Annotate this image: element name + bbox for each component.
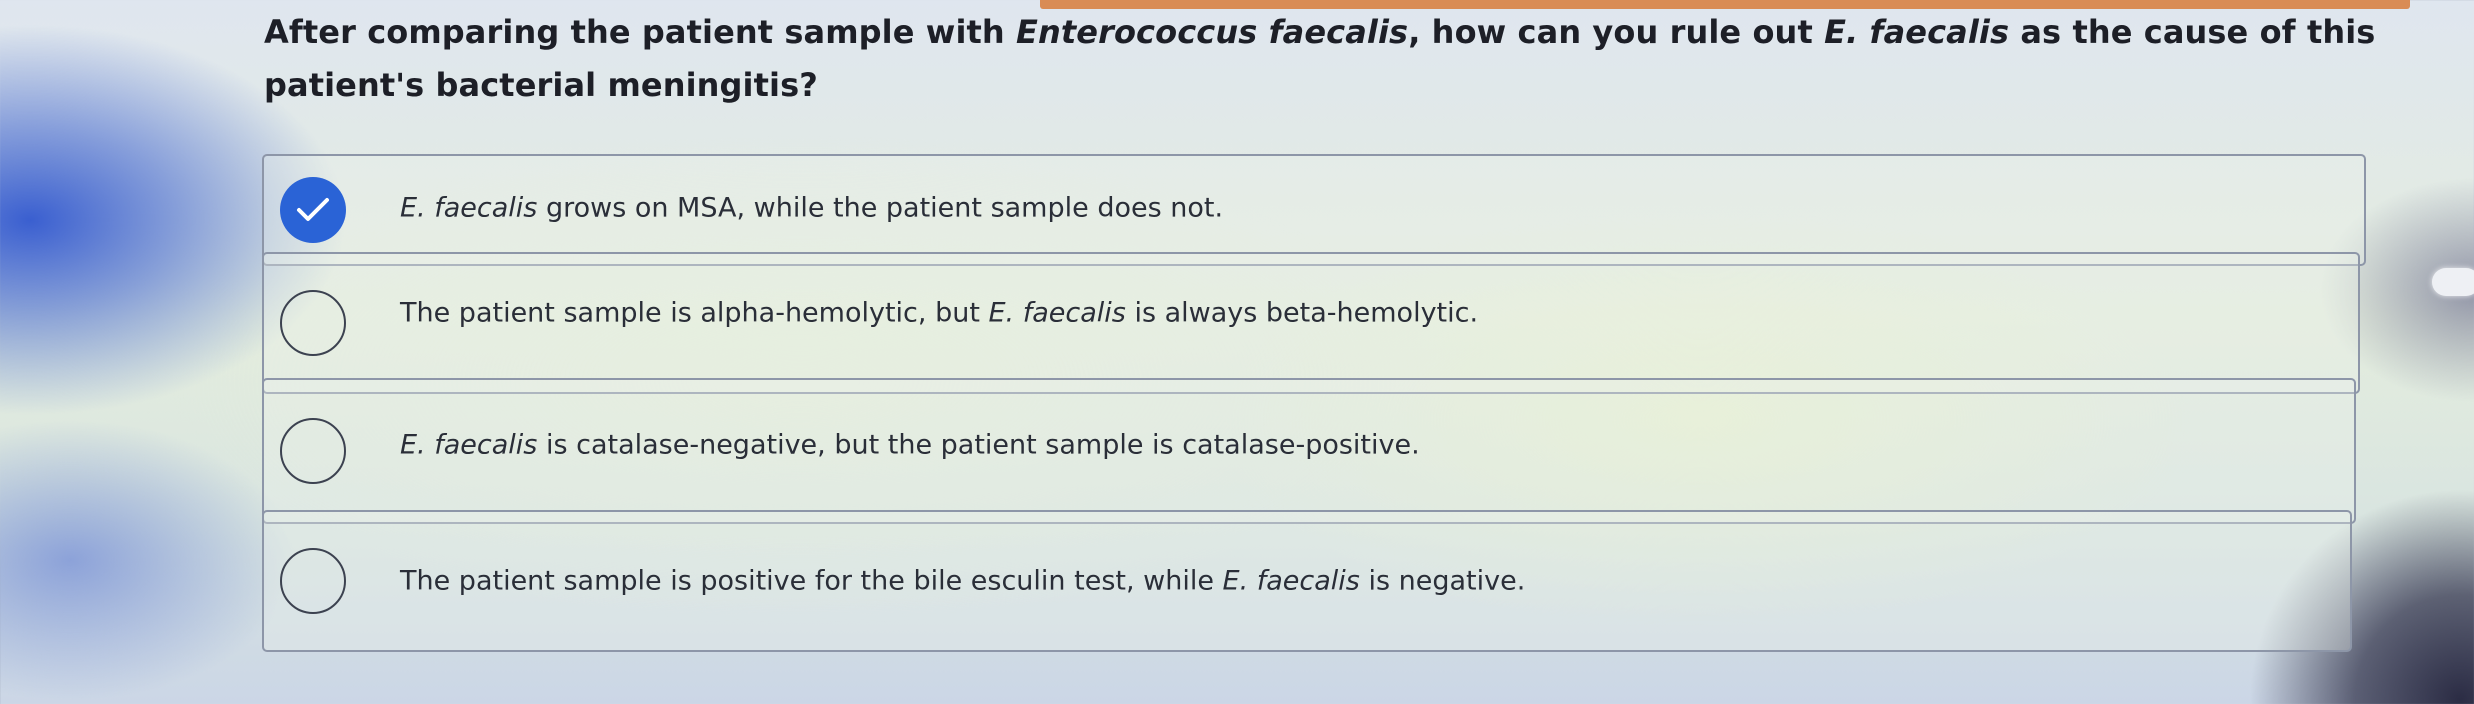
answer-option-3-label: E. faecalis is catalase-negative, but th… (400, 430, 1420, 461)
checkmark-icon[interactable] (280, 177, 346, 243)
organism-italic: E. faecalis (400, 429, 538, 461)
question-organism: Enterococcus faecalis (1016, 13, 1409, 51)
answer-option-1[interactable]: E. faecalis grows on MSA, while the pati… (262, 154, 2366, 266)
radio-circle-icon[interactable] (280, 548, 346, 614)
organism-italic: E. faecalis (400, 192, 538, 224)
radio-circle-icon[interactable] (280, 418, 346, 484)
answer-option-2-label: The patient sample is alpha-hemolytic, b… (400, 298, 1478, 329)
answer-text-end: is always beta-hemolytic. (1125, 297, 1479, 329)
answer-option-2[interactable]: The patient sample is alpha-hemolytic, b… (262, 252, 2360, 394)
answer-option-4[interactable]: The patient sample is positive for the b… (262, 510, 2352, 652)
answer-option-4-label: The patient sample is positive for the b… (400, 566, 1525, 597)
answer-text: grows on MSA, while the patient sample d… (537, 192, 1224, 224)
organism-italic: E. faecalis (988, 297, 1126, 329)
organism-italic: E. faecalis (1222, 565, 1360, 597)
question-abbrev: E. faecalis (1824, 13, 2010, 51)
answer-text: is catalase-negative, but the patient sa… (537, 429, 1420, 461)
question-part-1: After comparing the patient sample with (264, 13, 1017, 51)
answer-option-1-label: E. faecalis grows on MSA, while the pati… (400, 193, 1223, 224)
question-text: After comparing the patient sample with … (264, 6, 2424, 112)
side-scroll-handle[interactable] (2432, 268, 2474, 296)
radio-circle-icon[interactable] (280, 290, 346, 356)
answer-text: The patient sample is positive for the b… (400, 565, 1223, 597)
question-part-2: , how can you rule out (1408, 13, 1825, 51)
answer-text: The patient sample is alpha-hemolytic, b… (400, 297, 989, 329)
answer-text-end: is negative. (1359, 565, 1526, 597)
answer-option-3[interactable]: E. faecalis is catalase-negative, but th… (262, 378, 2356, 524)
